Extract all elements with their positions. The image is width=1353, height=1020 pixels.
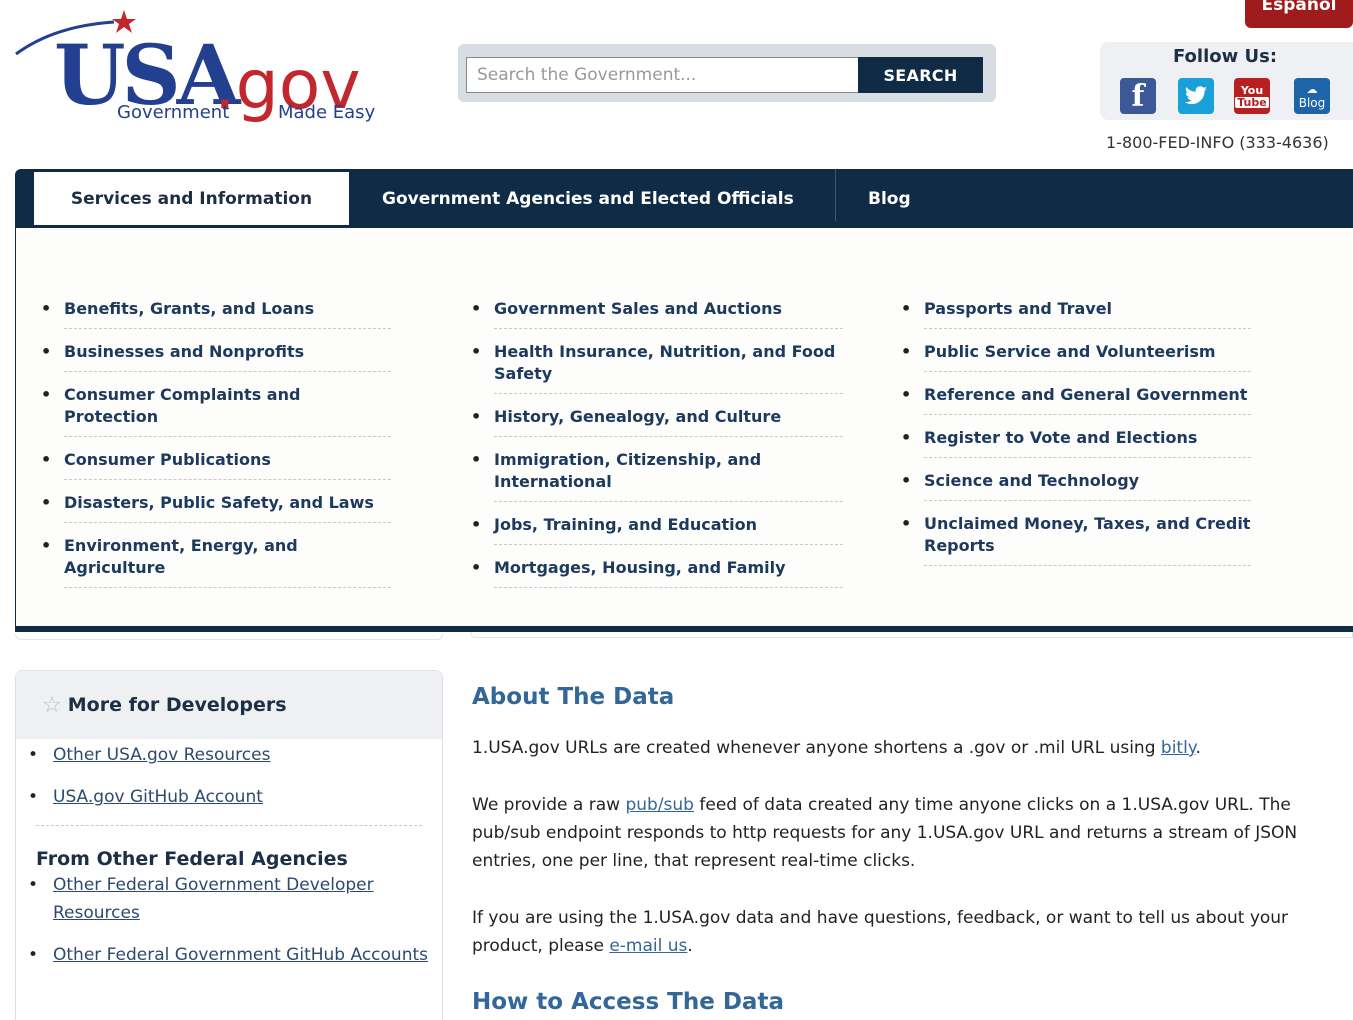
- email-us-link[interactable]: e-mail us: [609, 936, 687, 956]
- services-menu-panel: Benefits, Grants, and Loans Businesses a…: [15, 228, 1353, 632]
- menu-column-2: Government Sales and Auctions Health Ins…: [471, 298, 843, 600]
- sidebar-header: ☆ More for Developers: [16, 671, 442, 739]
- link-federal-github-accounts[interactable]: Other Federal Government GitHub Accounts: [53, 945, 428, 965]
- menu-item[interactable]: Disasters, Public Safety, and Laws: [41, 492, 391, 523]
- facebook-icon[interactable]: f: [1120, 78, 1156, 114]
- youtube-icon[interactable]: You Tube: [1234, 78, 1270, 114]
- tab-blog[interactable]: Blog: [868, 169, 911, 228]
- follow-us-box: Follow Us: f You Tube ☁ Blog: [1100, 42, 1353, 120]
- search-button[interactable]: SEARCH: [858, 57, 983, 93]
- search-input[interactable]: [466, 57, 859, 93]
- youtube-icon-top: You: [1240, 83, 1264, 97]
- menu-item[interactable]: Businesses and Nonprofits: [41, 341, 391, 372]
- menu-column-1: Benefits, Grants, and Loans Businesses a…: [41, 298, 391, 600]
- link-other-usa-gov-resources[interactable]: Other USA.gov Resources: [53, 745, 270, 765]
- youtube-icon-bottom: Tube: [1235, 95, 1269, 109]
- paragraph-2: We provide a raw pub/sub feed of data cr…: [472, 795, 1298, 871]
- menu-item[interactable]: Health Insurance, Nutrition, and Food Sa…: [471, 341, 843, 394]
- paragraph-3: If you are using the 1.USA.gov data and …: [472, 908, 1289, 956]
- link-federal-developer-resources[interactable]: Other Federal Government Developer Resou…: [53, 875, 374, 923]
- bitly-link[interactable]: bitly: [1161, 738, 1196, 758]
- main-content: About The Data 1.USA.gov URLs are create…: [472, 684, 1353, 1015]
- menu-item[interactable]: Government Sales and Auctions: [471, 298, 843, 329]
- sidebar-title: More for Developers: [67, 694, 287, 716]
- list-item: Other Federal Government Developer Resou…: [16, 871, 442, 927]
- menu-item[interactable]: Unclaimed Money, Taxes, and Credit Repor…: [901, 513, 1251, 566]
- content-top-edge: [470, 632, 1353, 638]
- list-item: Other USA.gov Resources: [16, 741, 442, 769]
- menu-item[interactable]: Public Service and Volunteerism: [901, 341, 1251, 372]
- main-nav: Services and Information Government Agen…: [15, 169, 1353, 228]
- blog-icon[interactable]: ☁ Blog: [1294, 78, 1330, 114]
- nav-divider: [835, 169, 836, 221]
- twitter-icon[interactable]: [1178, 78, 1214, 114]
- blog-icon-label: Blog: [1298, 95, 1326, 110]
- menu-item[interactable]: Mortgages, Housing, and Family: [471, 557, 843, 588]
- menu-item[interactable]: Immigration, Citizenship, and Internatio…: [471, 449, 843, 502]
- usa-gov-logo[interactable]: USA .gov Government Made Easy: [14, 8, 394, 126]
- menu-item[interactable]: Science and Technology: [901, 470, 1251, 501]
- menu-item[interactable]: Jobs, Training, and Education: [471, 514, 843, 545]
- menu-item[interactable]: Environment, Energy, and Agriculture: [41, 535, 391, 588]
- list-item: USA.gov GitHub Account: [16, 783, 442, 811]
- svg-text:Made Easy: Made Easy: [278, 102, 376, 123]
- phone-number: 1-800-FED-INFO (333-4636): [1106, 133, 1329, 152]
- menu-item[interactable]: Passports and Travel: [901, 298, 1251, 329]
- menu-item[interactable]: Reference and General Government: [901, 384, 1251, 415]
- list-item: Other Federal Government GitHub Accounts: [16, 941, 442, 969]
- logo-graphic: USA .gov Government Made Easy: [15, 10, 376, 125]
- menu-item[interactable]: Consumer Complaints and Protection: [41, 384, 391, 437]
- sidebar-top-edge: [15, 634, 443, 640]
- star-icon: ☆: [42, 692, 62, 718]
- link-usa-gov-github[interactable]: USA.gov GitHub Account: [53, 787, 263, 807]
- paragraph-1: 1.USA.gov URLs are created whenever anyo…: [472, 738, 1201, 758]
- developer-links: Other USA.gov Resources USA.gov GitHub A…: [16, 741, 442, 811]
- pubsub-link[interactable]: pub/sub: [625, 795, 694, 815]
- about-data-heading: About The Data: [472, 684, 675, 710]
- sidebar-subheading: From Other Federal Agencies: [36, 848, 348, 870]
- speech-bubble-icon: ☁: [1306, 82, 1318, 96]
- tab-government-agencies[interactable]: Government Agencies and Elected Official…: [382, 169, 794, 228]
- federal-agency-links: Other Federal Government Developer Resou…: [16, 871, 442, 969]
- menu-item[interactable]: History, Genealogy, and Culture: [471, 406, 843, 437]
- follow-us-title: Follow Us:: [1172, 46, 1278, 67]
- menu-item[interactable]: Benefits, Grants, and Loans: [41, 298, 391, 329]
- tab-services-and-information[interactable]: Services and Information: [34, 172, 349, 225]
- sidebar-divider: [36, 825, 422, 847]
- search-bar: SEARCH: [458, 44, 996, 102]
- menu-item[interactable]: Register to Vote and Elections: [901, 427, 1251, 458]
- access-data-heading: How to Access The Data: [472, 989, 784, 1015]
- menu-column-3: Passports and Travel Public Service and …: [901, 298, 1251, 578]
- menu-item[interactable]: Consumer Publications: [41, 449, 391, 480]
- espanol-link[interactable]: Español: [1245, 0, 1353, 28]
- svg-text:Government: Government: [117, 102, 229, 123]
- developers-sidebar: ☆ More for Developers Other USA.gov Reso…: [15, 670, 443, 1020]
